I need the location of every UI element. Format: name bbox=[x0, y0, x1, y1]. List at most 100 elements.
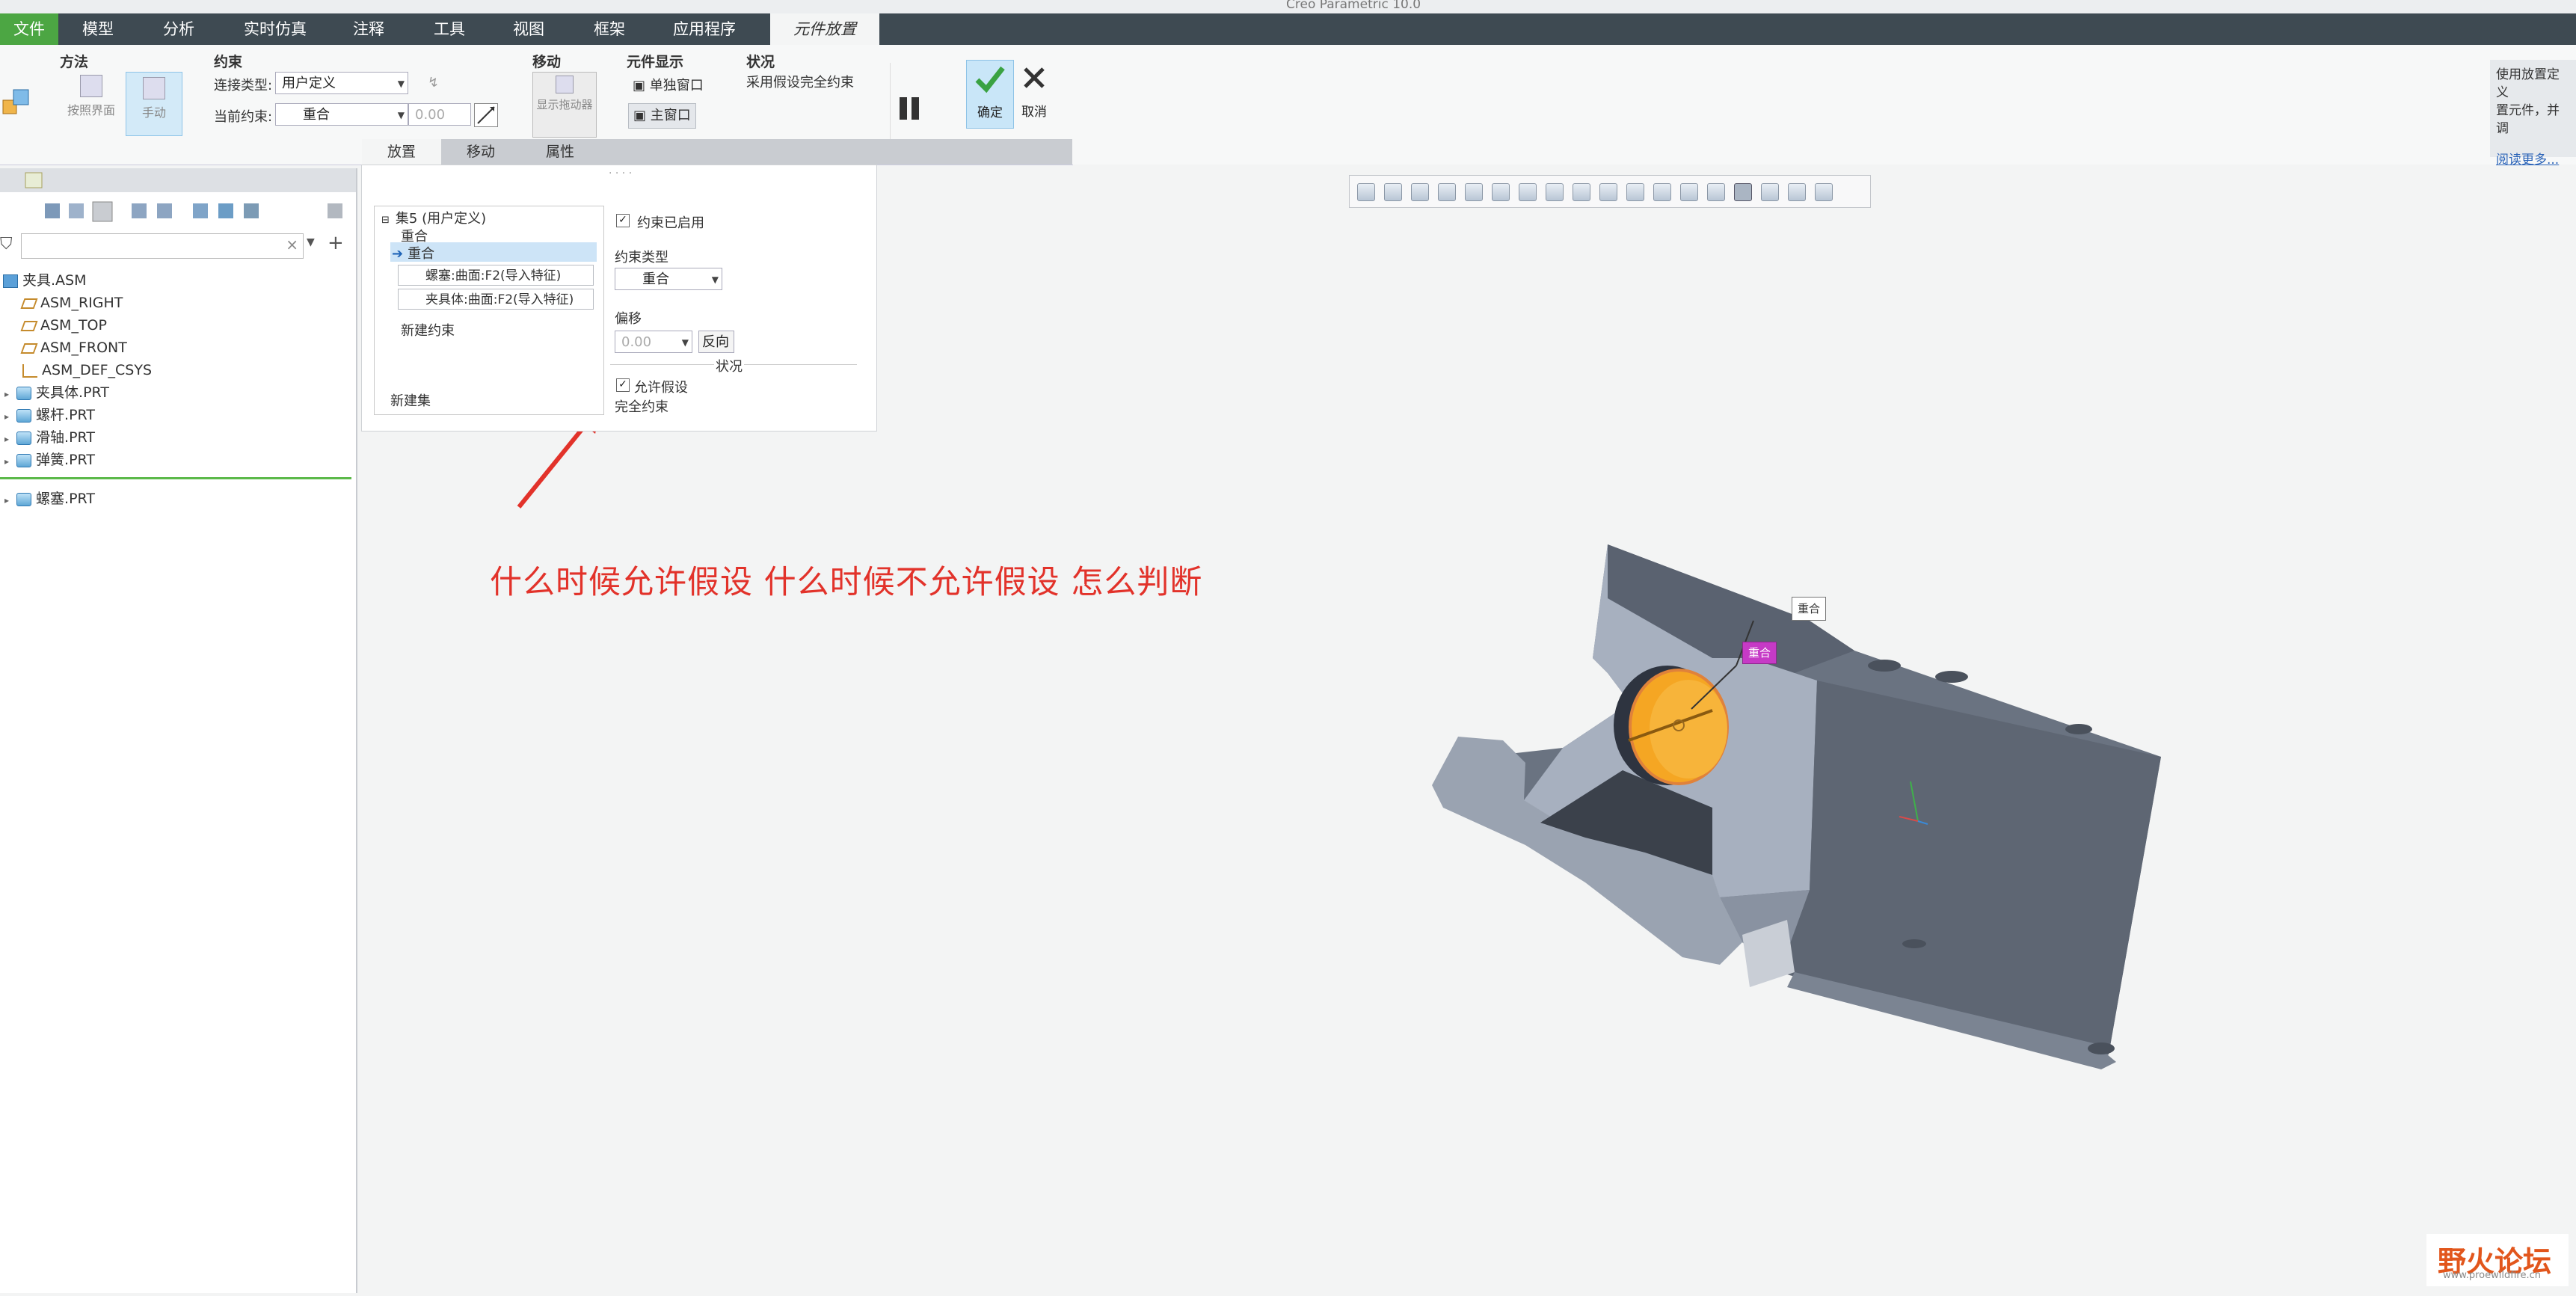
document-icon[interactable] bbox=[328, 203, 342, 218]
interface-method-button[interactable]: 按照界面 bbox=[61, 75, 121, 118]
filter-icon: ⛉ bbox=[0, 235, 13, 254]
selected-constraint[interactable]: ➔ 重合 bbox=[392, 243, 434, 262]
offset-value: 0.00 bbox=[415, 107, 446, 123]
read-more-link[interactable]: 阅读更多... bbox=[2496, 153, 2559, 168]
filter-settings-icon[interactable] bbox=[132, 203, 147, 218]
tree-icon[interactable] bbox=[45, 203, 60, 218]
chevron-right-icon[interactable]: ▸ bbox=[4, 389, 9, 399]
menu-realtime-sim[interactable]: 实时仿真 bbox=[244, 13, 307, 45]
flip-direction-icon[interactable] bbox=[474, 103, 498, 127]
menu-model[interactable]: 模型 bbox=[82, 13, 114, 45]
offset-input[interactable]: 0.00 ▼ bbox=[615, 331, 692, 353]
reference-component-surface[interactable]: 螺塞:曲面:F2(导入特征) bbox=[398, 265, 594, 286]
current-constraint-select[interactable]: 重合 ▼ bbox=[275, 103, 408, 126]
spin-center-icon[interactable] bbox=[1626, 183, 1644, 201]
layers-icon[interactable] bbox=[193, 203, 208, 218]
manual-method-button[interactable]: 手动 bbox=[126, 72, 182, 136]
menu-applications[interactable]: 应用程序 bbox=[673, 13, 736, 45]
zoom-in-icon[interactable] bbox=[1384, 183, 1402, 201]
csys-display-icon[interactable] bbox=[1707, 183, 1725, 201]
saved-views-icon[interactable] bbox=[1519, 183, 1537, 201]
set-header[interactable]: ⊟ 集5 (用户定义) bbox=[381, 208, 486, 227]
settings-icon[interactable] bbox=[157, 203, 172, 218]
pause-button[interactable] bbox=[890, 63, 940, 145]
tree-item-part[interactable]: ▸ 弹簧.PRT bbox=[4, 449, 95, 471]
stack-icon[interactable] bbox=[218, 203, 233, 218]
tree-item-asm-right[interactable]: ASM_RIGHT bbox=[20, 292, 123, 314]
method-group-title: 方法 bbox=[60, 54, 89, 70]
tree-item-part[interactable]: ▸ 螺杆.PRT bbox=[4, 404, 95, 426]
close-icon bbox=[1024, 67, 1045, 88]
tab-properties[interactable]: 属性 bbox=[520, 139, 600, 165]
tree-item-part[interactable]: ▸ 夹具体.PRT bbox=[4, 381, 109, 404]
allow-assumptions-label: 允许假设 bbox=[634, 380, 688, 396]
window-title: Creo Parametric 10.0 bbox=[1286, 0, 1421, 12]
ok-button[interactable]: 确定 bbox=[966, 60, 1014, 129]
orient-icon[interactable] bbox=[1599, 183, 1617, 201]
refit-icon[interactable] bbox=[1357, 183, 1375, 201]
part-icon bbox=[16, 453, 32, 467]
chevron-right-icon[interactable]: ▸ bbox=[4, 456, 9, 467]
tree-item-asm-csys[interactable]: ASM_DEF_CSYS bbox=[22, 359, 152, 381]
list-icon[interactable] bbox=[69, 203, 84, 218]
tab-placement[interactable]: 放置 bbox=[362, 139, 441, 165]
connection-type-value: 用户定义 bbox=[282, 76, 336, 91]
tools-icon[interactable] bbox=[244, 203, 259, 218]
datum-axis-display-icon[interactable] bbox=[1680, 183, 1698, 201]
menu-analysis[interactable]: 分析 bbox=[163, 13, 194, 45]
collapse-icon[interactable]: ⊟ bbox=[381, 215, 390, 226]
arrow-right-icon: ➔ bbox=[392, 246, 404, 262]
constraint-tag-selected[interactable]: 重合 bbox=[1742, 642, 1777, 664]
menu-annotate[interactable]: 注释 bbox=[353, 13, 384, 45]
menu-component-placement[interactable]: 元件放置 bbox=[770, 13, 879, 46]
section-icon[interactable] bbox=[1465, 183, 1483, 201]
menu-view[interactable]: 视图 bbox=[513, 13, 544, 45]
menu-tools[interactable]: 工具 bbox=[434, 13, 465, 45]
manual-label: 手动 bbox=[141, 105, 166, 120]
annotation-display-icon[interactable] bbox=[1761, 183, 1779, 201]
tree-filter-input[interactable]: × bbox=[21, 233, 304, 259]
constraint-enabled-checkbox[interactable]: ✓ bbox=[616, 214, 630, 227]
flip-constraint-icon[interactable]: ↯ bbox=[428, 75, 439, 90]
menu-file[interactable]: 文件 bbox=[0, 13, 58, 45]
separate-window-button[interactable]: ▣ 单独窗口 bbox=[633, 75, 704, 94]
tab-move[interactable]: 移动 bbox=[441, 139, 520, 165]
chevron-right-icon[interactable]: ▸ bbox=[4, 411, 9, 422]
new-constraint-link[interactable]: 新建约束 bbox=[401, 320, 455, 340]
main-window-button[interactable]: ▣ 主窗口 bbox=[628, 103, 696, 129]
panel-grip-icon[interactable]: · · · · bbox=[609, 168, 632, 179]
menu-framework[interactable]: 框架 bbox=[594, 13, 625, 45]
offset-input[interactable]: 0.00 bbox=[408, 103, 471, 126]
chevron-down-icon: ▼ bbox=[681, 337, 689, 348]
connection-type-select[interactable]: 用户定义 ▼ bbox=[275, 72, 408, 94]
reference-assembly-surface[interactable]: 夹具体:曲面:F2(导入特征) bbox=[398, 289, 594, 310]
zoom-out-icon[interactable] bbox=[1411, 183, 1429, 201]
flip-button[interactable]: 反向 bbox=[698, 331, 734, 353]
chevron-down-icon[interactable]: ▼ bbox=[307, 236, 315, 248]
pause-icon[interactable] bbox=[1788, 183, 1806, 201]
constraint-tag[interactable]: 重合 bbox=[1792, 597, 1826, 621]
tree-item-asm-front[interactable]: ASM_FRONT bbox=[20, 337, 127, 359]
chevron-right-icon[interactable]: ▸ bbox=[4, 495, 9, 506]
tree-item-placing-part[interactable]: ▸ 螺塞.PRT bbox=[4, 488, 95, 510]
tree-item-part[interactable]: ▸ 滑轴.PRT bbox=[4, 426, 95, 449]
tree-item-asm-top[interactable]: ASM_TOP bbox=[20, 314, 107, 337]
chevron-right-icon[interactable]: ▸ bbox=[4, 434, 9, 444]
point-display-icon[interactable] bbox=[1734, 183, 1752, 201]
show-dragger-button[interactable]: 显示拖动器 bbox=[532, 72, 597, 138]
display-style-icon[interactable] bbox=[1492, 183, 1510, 201]
more-icon[interactable] bbox=[1815, 183, 1833, 201]
columns-icon[interactable] bbox=[92, 201, 113, 222]
clear-icon[interactable]: × bbox=[286, 236, 298, 254]
model-tree-toolbar bbox=[0, 196, 356, 226]
perspective-icon[interactable] bbox=[1573, 183, 1590, 201]
tree-item-assembly[interactable]: 夹具.ASM bbox=[3, 269, 87, 292]
view-manager-icon[interactable] bbox=[1546, 183, 1564, 201]
new-set-link[interactable]: 新建集 bbox=[390, 390, 431, 410]
repaint-icon[interactable] bbox=[1438, 183, 1456, 201]
add-icon[interactable]: + bbox=[328, 232, 344, 254]
constraint-type-select[interactable]: 重合 ▼ bbox=[615, 268, 722, 290]
datum-plane-display-icon[interactable] bbox=[1653, 183, 1671, 201]
allow-assumptions-checkbox[interactable]: ✓ bbox=[616, 378, 630, 392]
cancel-button[interactable]: 取消 bbox=[1015, 60, 1053, 127]
